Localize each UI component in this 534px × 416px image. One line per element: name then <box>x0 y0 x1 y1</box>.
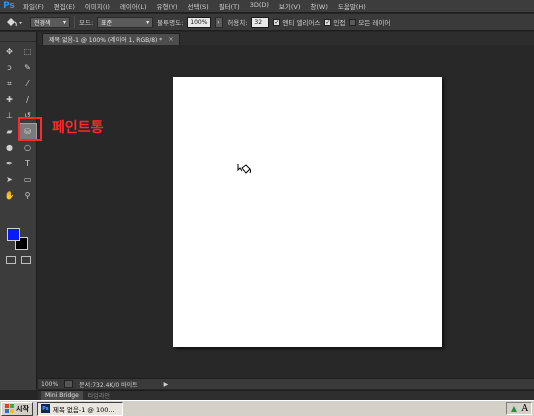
photoshop-app-icon: Ps <box>40 404 50 413</box>
close-icon[interactable]: × <box>168 36 173 43</box>
contiguous-checkbox[interactable]: ✓ <box>324 18 332 26</box>
marquee-tool-icon[interactable]: ⬚ <box>19 44 36 59</box>
menu-item[interactable]: 도움말(H) <box>333 1 371 11</box>
opacity-input[interactable]: 100% <box>187 16 212 28</box>
photoshop-window: Ps 파일(F) 편집(E) 이미지(I) 레이어(L) 유형(Y) 선택(S) 필터(T)… <box>0 0 534 400</box>
type-tool-icon[interactable]: T <box>19 156 36 171</box>
panel-grip[interactable] <box>0 32 36 42</box>
dodge-tool-icon[interactable]: ○ <box>19 140 36 155</box>
document-canvas[interactable] <box>173 77 442 347</box>
chevron-right-icon: › <box>217 18 220 26</box>
menu-item[interactable]: 레이어(L) <box>115 1 152 11</box>
antialias-label: 앤티 앨리어스 <box>282 19 321 27</box>
eraser-tool-icon[interactable]: ▰ <box>1 124 18 139</box>
paint-bucket-icon <box>7 17 22 26</box>
network-icon[interactable] <box>510 405 518 413</box>
chevron-down-icon: ▾ <box>146 18 150 26</box>
taskbar-task-label: 제목 없음-1 @ 100... <box>52 405 115 414</box>
menu-item[interactable]: 파일(F) <box>18 1 49 11</box>
menu-item[interactable]: 3D(D) <box>245 1 274 11</box>
menu-item[interactable]: 편집(E) <box>49 1 80 11</box>
document-tab[interactable]: 제목 없음-1 @ 100% (레이어 1, RGB/8) * × <box>42 33 181 45</box>
zoom-level[interactable]: 100% <box>41 381 58 388</box>
eyedropper-tool-icon[interactable]: ⁄ <box>19 76 36 91</box>
all-layers-checkbox-wrap[interactable]: 모든 레이어 <box>349 17 390 27</box>
paint-bucket-cursor-icon <box>237 164 251 174</box>
menu-item[interactable]: 필터(T) <box>214 1 245 11</box>
fill-source-select[interactable]: 전경색 ▾ <box>30 16 70 28</box>
all-layers-label: 모든 레이어 <box>358 19 391 27</box>
status-menu-arrow-icon[interactable]: ▶ <box>164 381 169 388</box>
hand-tool-icon[interactable]: ✋ <box>1 188 18 203</box>
chevron-down-icon: ▾ <box>62 18 66 26</box>
divider <box>74 16 75 28</box>
healing-brush-tool-icon[interactable]: ✚ <box>1 92 18 107</box>
annotation-highlight-box <box>18 117 42 141</box>
opacity-label: 불투명도: <box>157 19 184 27</box>
crop-tool-icon[interactable]: ⌗ <box>1 76 18 91</box>
canvas-workspace[interactable] <box>38 45 534 378</box>
document-tab-row: 제목 없음-1 @ 100% (레이어 1, RGB/8) * × <box>38 32 534 45</box>
pen-tool-icon[interactable]: ✒ <box>1 156 18 171</box>
menu-bar: Ps 파일(F) 편집(E) 이미지(I) 레이어(L) 유형(Y) 선택(S) 필터(T)… <box>0 0 534 13</box>
shape-tool-icon[interactable]: ▭ <box>19 172 36 187</box>
windows-taskbar: 시작 Ps 제목 없음-1 @ 100... A <box>0 400 534 416</box>
system-tray: A <box>505 402 532 415</box>
menu-item[interactable]: 창(W) <box>305 1 332 11</box>
antialias-checkbox-wrap[interactable]: ✓ 앤티 앨리어스 <box>273 17 320 27</box>
start-label: 시작 <box>16 404 29 413</box>
start-button[interactable]: 시작 <box>1 401 33 416</box>
zoom-tool-icon[interactable]: ⚲ <box>19 188 36 203</box>
tools-panel: ✥ ⬚ ↄ ✎ ⌗ ⁄ ✚ ∕ ⊥ ↺ ▰ ⛁ ● ○ ✒ T ➤ ▭ ✋ ⚲ <box>0 32 37 390</box>
path-select-tool-icon[interactable]: ➤ <box>1 172 18 187</box>
quick-mask-icon[interactable] <box>6 256 16 264</box>
quick-select-tool-icon[interactable]: ✎ <box>19 60 36 75</box>
move-tool-icon[interactable]: ✥ <box>1 44 18 59</box>
windows-logo-icon <box>5 404 14 413</box>
clone-stamp-tool-icon[interactable]: ⊥ <box>1 108 18 123</box>
tolerance-input[interactable]: 32 <box>251 16 270 28</box>
options-bar: 전경색 ▾ 모드: 표준 ▾ 불투명도: 100% › 허용치: 32 ✓ 앤티… <box>0 14 534 31</box>
tolerance-label: 허용치: <box>227 19 248 27</box>
contiguous-checkbox-wrap[interactable]: ✓ 인접 <box>324 17 345 27</box>
blur-tool-icon[interactable]: ● <box>1 140 18 155</box>
contiguous-label: 인접 <box>333 19 346 27</box>
brush-tool-icon[interactable]: ∕ <box>19 92 36 107</box>
status-bar: 100% 문서:732.4K/0 바이트 ▶ <box>38 378 534 389</box>
proof-icon[interactable] <box>64 380 74 388</box>
taskbar-photoshop-button[interactable]: Ps 제목 없음-1 @ 100... <box>36 401 123 416</box>
menu-item[interactable]: 보기(V) <box>274 1 305 11</box>
mode-select[interactable]: 표준 ▾ <box>97 16 154 28</box>
mode-label: 모드: <box>79 19 94 27</box>
tool-preset-picker[interactable] <box>4 16 26 28</box>
foreground-color-swatch[interactable] <box>7 228 20 241</box>
screen-mode-icon[interactable] <box>21 256 31 264</box>
lasso-tool-icon[interactable]: ↄ <box>1 60 18 75</box>
bottom-panel-tabs: Mini Bridge 타임라인 <box>38 390 534 400</box>
annotation-label: 페인트통 <box>52 120 104 136</box>
ps-logo: Ps <box>3 0 15 11</box>
menu-items: 파일(F) 편집(E) 이미지(I) 레이어(L) 유형(Y) 선택(S) 필터(T) 3D(… <box>18 1 371 11</box>
mode-value: 표준 <box>101 19 113 27</box>
document-tab-title: 제목 없음-1 @ 100% (레이어 1, RGB/8) * <box>49 37 163 44</box>
menu-item[interactable]: 유형(Y) <box>152 1 183 11</box>
language-indicator[interactable]: A <box>522 404 529 414</box>
bottom-tab[interactable]: Mini Bridge <box>41 391 83 400</box>
antialias-checkbox[interactable]: ✓ <box>273 18 281 26</box>
menu-item[interactable]: 선택(S) <box>183 1 214 11</box>
doc-info: 문서:732.4K/0 바이트 <box>79 381 138 389</box>
fill-source-value: 전경색 <box>34 19 51 27</box>
bottom-tab[interactable]: 타임라인 <box>84 391 114 400</box>
opacity-slider-button[interactable]: › <box>215 16 224 28</box>
all-layers-checkbox[interactable] <box>349 18 357 26</box>
menu-item[interactable]: 이미지(I) <box>80 1 115 11</box>
